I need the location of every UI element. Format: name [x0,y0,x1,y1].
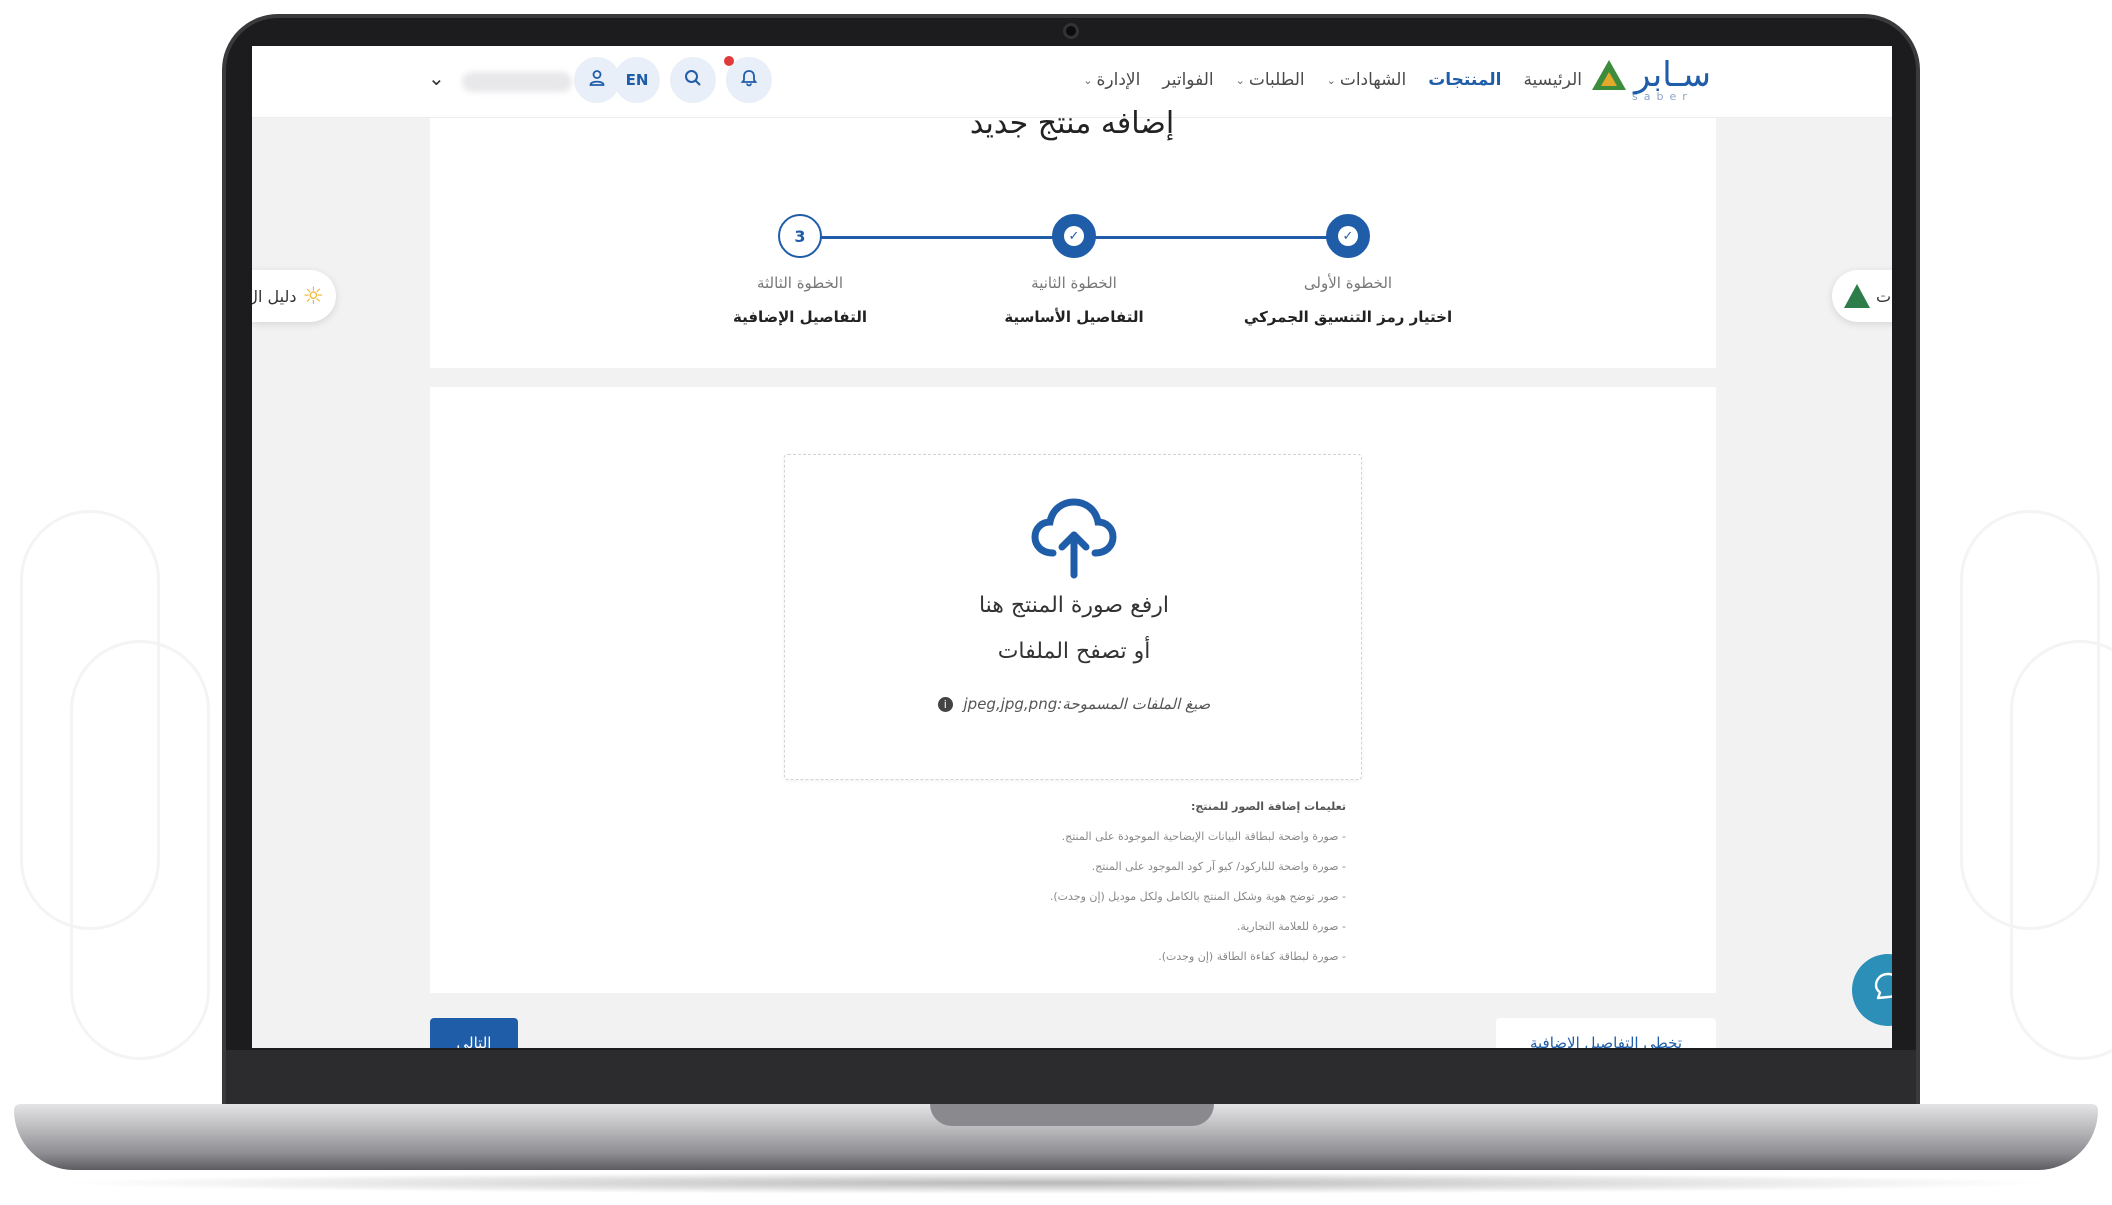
background-decoration [70,640,210,1060]
step-1-label: الخطوة الأولى اختيار رمز التنسيق الجمركي [1218,274,1478,326]
step-3-label: الخطوة الثالثة التفاصيل الإضافية [670,274,930,326]
laptop-shadow [50,1172,2062,1194]
background-decoration [2010,640,2112,1060]
chat-icon [1871,969,1892,1011]
allowed-formats-text: صيغ الملفات المسموحة:jpeg,jpg,png [963,695,1211,713]
nav-item-label: الطلبات [1248,70,1305,90]
chevron-down-icon[interactable]: ⌄ [428,66,445,90]
chevron-down-icon: ⌄ [1083,73,1093,87]
language-label: EN [625,71,649,89]
language-button[interactable]: EN [614,57,660,103]
step-number-label: الخطوة الثالثة [756,274,844,292]
step-number-label: الخطوة الأولى [1303,274,1393,292]
nav-item-label: الرئيسية [1523,70,1582,90]
instructions-title: تعليمات إضافة الصور للمنتج: [1190,800,1346,813]
step-connector [818,236,1072,239]
nav-item-products[interactable]: المنتجات [1428,70,1501,90]
search-icon [683,68,703,93]
info-icon: i [937,697,953,712]
search-button[interactable] [670,57,716,103]
allowed-formats: صيغ الملفات المسموحة:jpeg,jpg,png i [785,695,1363,713]
instruction-item: - صور توضح هوية وشكل المنتج بالكامل ولكل… [1049,890,1346,903]
saber-logo[interactable]: سـابر [1592,58,1711,92]
step-name: اختيار رمز التنسيق الجمركي [1243,308,1453,326]
user-button[interactable] [574,57,620,103]
laptop-chin [226,1050,1916,1106]
nav-item-home[interactable]: الرئيسية [1523,70,1582,90]
chevron-down-icon: ⌄ [1235,73,1245,87]
next-button[interactable]: التالي [430,1018,518,1048]
nav-item-label: المنتجات [1428,70,1502,90]
warning-icon [1844,284,1870,308]
user-name-blurred[interactable] [462,72,572,92]
instruction-item: - صورة واضحة للباركود/ كيو آر كود الموجو… [1091,860,1346,873]
notification-badge [724,56,734,66]
laptop-camera [1063,23,1079,39]
step-connector [1092,236,1346,239]
nav-item-label: الإدارة [1096,70,1141,90]
step-2-indicator: ✓ [1052,214,1096,258]
lightbulb-icon: ☼ [302,282,324,310]
main-menu: الرئيسية المنتجات الشهادات ⌄ الطلبات ⌄ ا… [1083,70,1582,90]
user-icon [587,68,607,93]
nav-item-label: الفواتير [1162,70,1214,90]
nav-item-invoices[interactable]: الفواتير [1162,70,1213,90]
check-icon: ✓ [1338,226,1358,246]
instruction-item: - صورة للعلامة التجارية. [1236,920,1346,933]
image-instructions: تعليمات إضافة الصور للمنتج: - صورة واضحة… [812,792,1346,972]
nav-item-requests[interactable]: الطلبات ⌄ [1236,70,1305,90]
check-icon: ✓ [1064,226,1084,246]
nav-item-administration[interactable]: الإدارة ⌄ [1083,70,1140,90]
side-alert-label: ات [1876,286,1892,306]
nav-item-label: الشهادات [1339,70,1407,90]
logo-text: سـابر [1634,55,1712,95]
step-name: التفاصيل الإضافية [732,308,868,326]
chevron-down-icon: ⌄ [1326,73,1336,87]
chat-button[interactable] [1852,954,1892,1026]
saber-logo-icon [1592,58,1626,92]
logo-subtext: saber [1632,90,1693,103]
bell-icon [739,68,759,93]
browse-files-link[interactable]: أو تصفح الملفات [785,639,1363,664]
app-screen: سـابر saber الرئيسية المنتجات الشهادات ⌄… [252,46,1892,1048]
instruction-item: - صورة لبطاقة كفاءة الطاقة (إن وجدت). [1158,950,1346,963]
step-name: التفاصيل الأساسية [1004,308,1144,326]
step-2-label: الخطوة الثانية التفاصيل الأساسية [944,274,1204,326]
guide-button[interactable]: دليل ال ☼ [252,270,336,322]
image-dropzone[interactable]: ارفع صورة المنتج هنا أو تصفح الملفات صيغ… [784,454,1362,780]
page-title: إضافه منتج جديد [969,106,1175,141]
step-1-indicator: ✓ [1326,214,1370,258]
upload-prompt: ارفع صورة المنتج هنا [978,593,1170,618]
cloud-upload-icon [1029,491,1119,581]
step-3-indicator: 3 [778,214,822,258]
side-alert-button[interactable]: ات [1832,270,1892,322]
nav-item-certificates[interactable]: الشهادات ⌄ [1327,70,1407,90]
skip-additional-details-button[interactable]: تخطي التفاصيل الإضافية [1496,1018,1716,1048]
step-number-label: الخطوة الثانية [1031,274,1117,292]
step-number: 3 [794,226,806,246]
instruction-item: - صورة واضحة لبطاقة البيانات الإيضاحية ا… [1061,830,1346,843]
laptop-notch [930,1104,1214,1126]
guide-label: دليل ال [252,286,297,306]
